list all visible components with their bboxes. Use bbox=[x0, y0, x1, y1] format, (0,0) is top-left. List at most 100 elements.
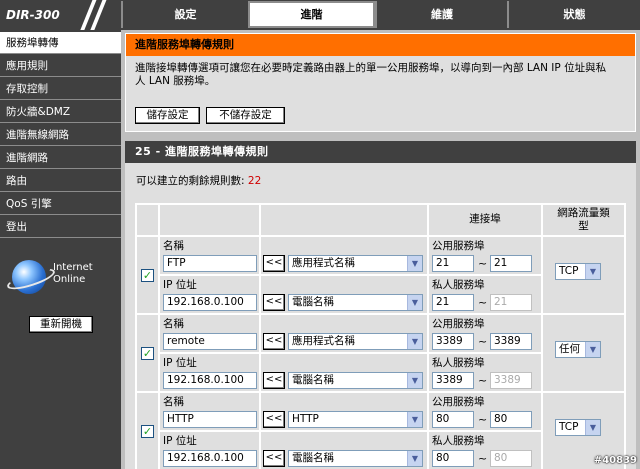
traffic-type-cell: TCP ▼ bbox=[543, 237, 624, 313]
sidebar-item-access-control[interactable]: 存取控制 bbox=[0, 78, 121, 100]
rule-name-input[interactable]: remote bbox=[163, 333, 257, 350]
online-label: Online bbox=[53, 274, 86, 285]
sidebar-item-qos-engine[interactable]: QoS 引擎 bbox=[0, 193, 121, 215]
public-port-start-input[interactable]: 21 bbox=[432, 255, 474, 272]
public-port-end-input[interactable]: 80 bbox=[490, 411, 532, 428]
computer-cell: << 電腦名稱 ▼ bbox=[261, 432, 427, 469]
reboot-button[interactable]: 重新開機 bbox=[29, 316, 93, 333]
chevron-down-icon: ▼ bbox=[585, 264, 600, 279]
main-nav-tabs: 設定 進階 維護 狀態 bbox=[121, 1, 640, 28]
sidebar-item-advanced-wireless[interactable]: 進階無線網路 bbox=[0, 124, 121, 146]
rule-name-input[interactable]: HTTP bbox=[163, 411, 257, 428]
tab-advanced[interactable]: 進階 bbox=[248, 1, 375, 28]
private-port-start-input[interactable]: 21 bbox=[432, 294, 474, 311]
application-name-select[interactable]: 應用程式名稱 ▼ bbox=[288, 255, 423, 272]
header-cell bbox=[160, 205, 259, 235]
sidebar-item-firewall-dmz[interactable]: 防火牆&DMZ bbox=[0, 101, 121, 123]
tab-status[interactable]: 狀態 bbox=[507, 1, 640, 28]
range-separator: ~ bbox=[478, 296, 488, 309]
public-port-end-input[interactable]: 21 bbox=[490, 255, 532, 272]
top-bar: DIR-300 設定 進階 維護 狀態 bbox=[0, 0, 640, 30]
copy-computer-name-button[interactable]: << bbox=[263, 450, 285, 467]
public-port-start-input[interactable]: 80 bbox=[432, 411, 474, 428]
range-separator: ~ bbox=[478, 413, 488, 426]
ip-address-input[interactable]: 192.168.0.100 bbox=[163, 450, 257, 467]
public-port-end-input[interactable]: 3389 bbox=[490, 333, 532, 350]
app-cell: << HTTP ▼ bbox=[261, 393, 427, 430]
range-separator: ~ bbox=[478, 257, 488, 270]
application-name-select[interactable]: 應用程式名稱 ▼ bbox=[288, 333, 423, 350]
copy-computer-name-button[interactable]: << bbox=[263, 294, 285, 311]
select-value: TCP bbox=[559, 265, 579, 277]
intro-title: 進階服務埠轉傳規則 bbox=[126, 34, 635, 56]
application-name-select[interactable]: HTTP ▼ bbox=[288, 411, 423, 428]
select-value: 應用程式名稱 bbox=[292, 335, 355, 347]
computer-cell: << 電腦名稱 ▼ bbox=[261, 276, 427, 313]
select-value: 任何 bbox=[559, 343, 580, 355]
traffic-header-line2: 型 bbox=[578, 220, 589, 232]
tab-setup[interactable]: 設定 bbox=[121, 1, 248, 28]
dont-save-settings-button[interactable]: 不儲存設定 bbox=[206, 107, 285, 124]
rule-enable-checkbox[interactable]: ✓ bbox=[141, 425, 154, 438]
sidebar-item-application-rules[interactable]: 應用規則 bbox=[0, 55, 121, 77]
internet-status-text: Internet Online bbox=[53, 262, 93, 286]
tab-label: 維護 bbox=[431, 8, 453, 21]
tab-label: 狀態 bbox=[563, 8, 586, 21]
name-cell: 名稱 FTP bbox=[160, 237, 259, 274]
computer-name-select[interactable]: 電腦名稱 ▼ bbox=[288, 294, 423, 311]
chevron-down-icon: ▼ bbox=[585, 342, 600, 357]
copy-app-name-button[interactable]: << bbox=[263, 333, 285, 350]
rule-enable-checkbox[interactable]: ✓ bbox=[141, 269, 154, 282]
row-check-cell: ✓ bbox=[137, 237, 158, 313]
private-port-cell: 私人服務埠 3389 ~ 3389 bbox=[429, 354, 541, 391]
name-label: 名稱 bbox=[163, 396, 184, 408]
row-check-cell: ✓ bbox=[137, 315, 158, 391]
range-separator: ~ bbox=[478, 374, 488, 387]
name-cell: 名稱 HTTP bbox=[160, 393, 259, 430]
dlink-model-logo: DIR-300 bbox=[0, 0, 121, 30]
public-port-label: 公用服務埠 bbox=[432, 318, 485, 330]
internet-label: Internet bbox=[53, 262, 93, 273]
public-port-start-input[interactable]: 3389 bbox=[432, 333, 474, 350]
private-port-start-input[interactable]: 3389 bbox=[432, 372, 474, 389]
copy-app-name-button[interactable]: << bbox=[263, 411, 285, 428]
remaining-label: 可以建立的剩餘規則數: bbox=[136, 175, 245, 187]
header-cell: 網路流量類 型 bbox=[543, 205, 624, 235]
private-port-end-input[interactable]: 3389 bbox=[490, 372, 532, 389]
private-port-end-input[interactable]: 80 bbox=[490, 450, 532, 467]
tab-maintenance[interactable]: 維護 bbox=[375, 1, 507, 28]
ip-address-input[interactable]: 192.168.0.100 bbox=[163, 294, 257, 311]
sidebar-item-port-forwarding[interactable]: 服務埠轉傳 bbox=[0, 32, 121, 54]
rule-name-input[interactable]: FTP bbox=[163, 255, 257, 272]
sidebar-item-advanced-network[interactable]: 進階網路 bbox=[0, 147, 121, 169]
traffic-type-select[interactable]: TCP ▼ bbox=[555, 263, 601, 280]
select-value: TCP bbox=[559, 421, 579, 433]
rule-enable-checkbox[interactable]: ✓ bbox=[141, 347, 154, 360]
select-value: 電腦名稱 bbox=[292, 452, 334, 464]
traffic-type-cell: 任何 ▼ bbox=[543, 315, 624, 391]
computer-cell: << 電腦名稱 ▼ bbox=[261, 354, 427, 391]
copy-app-name-button[interactable]: << bbox=[263, 255, 285, 272]
save-settings-button[interactable]: 儲存設定 bbox=[135, 107, 200, 124]
range-separator: ~ bbox=[478, 335, 488, 348]
sidebar-item-logout[interactable]: 登出 bbox=[0, 216, 121, 238]
header-cell: 連接埠 bbox=[429, 205, 541, 235]
sidebar-item-routing[interactable]: 路由 bbox=[0, 170, 121, 192]
traffic-type-select[interactable]: TCP ▼ bbox=[555, 419, 601, 436]
private-port-end-input[interactable]: 21 bbox=[490, 294, 532, 311]
select-value: HTTP bbox=[292, 413, 319, 425]
chevron-down-icon: ▼ bbox=[407, 373, 422, 388]
private-port-start-input[interactable]: 80 bbox=[432, 450, 474, 467]
traffic-type-select[interactable]: 任何 ▼ bbox=[555, 341, 601, 358]
public-port-label: 公用服務埠 bbox=[432, 240, 485, 252]
computer-name-select[interactable]: 電腦名稱 ▼ bbox=[288, 372, 423, 389]
copy-computer-name-button[interactable]: << bbox=[263, 372, 285, 389]
ip-address-input[interactable]: 192.168.0.100 bbox=[163, 372, 257, 389]
public-port-cell: 公用服務埠 21 ~ 21 bbox=[429, 237, 541, 274]
computer-name-select[interactable]: 電腦名稱 ▼ bbox=[288, 450, 423, 467]
rules-title: 25 - 進階服務埠轉傳規則 bbox=[125, 141, 636, 163]
ip-label: IP 位址 bbox=[163, 279, 197, 291]
public-port-cell: 公用服務埠 3389 ~ 3389 bbox=[429, 315, 541, 352]
header-cell bbox=[261, 205, 427, 235]
private-port-cell: 私人服務埠 80 ~ 80 bbox=[429, 432, 541, 469]
